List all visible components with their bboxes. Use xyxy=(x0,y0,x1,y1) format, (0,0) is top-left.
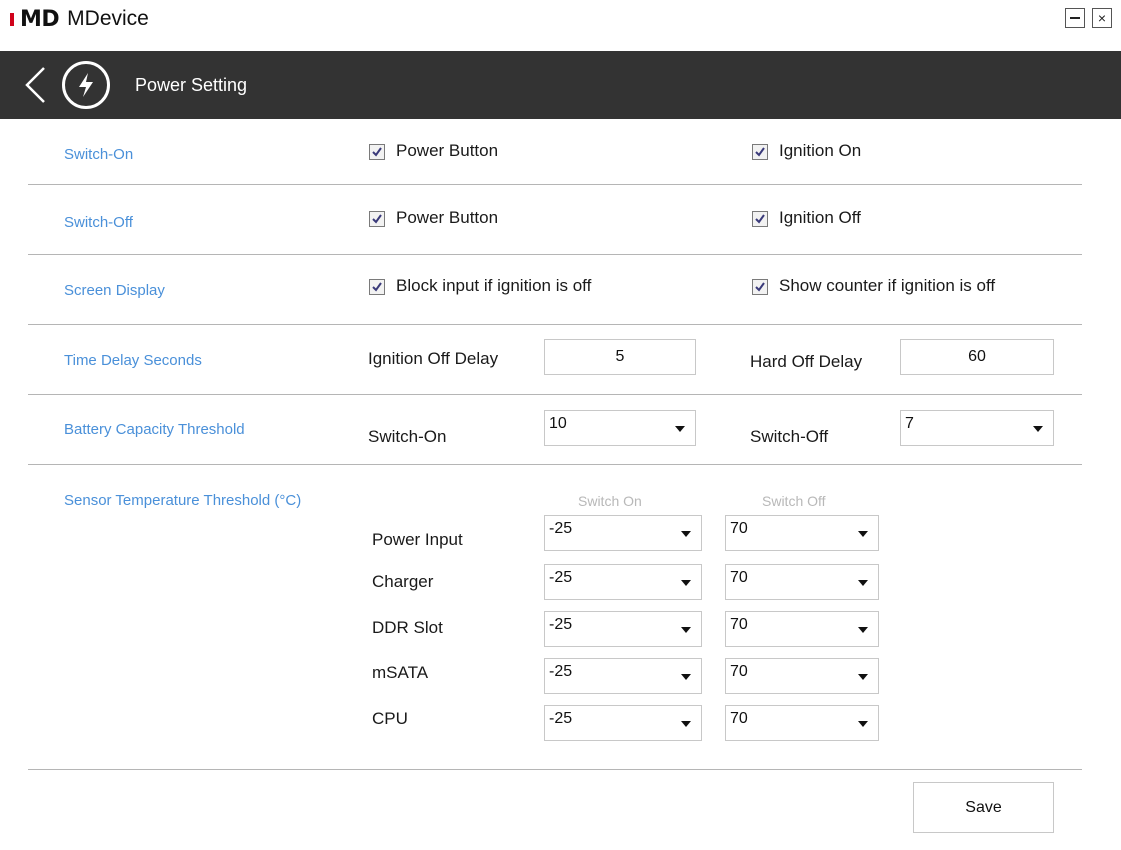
show-counter-checkbox[interactable] xyxy=(752,279,768,295)
switch-off-row: Switch-Off Power Button Ignition Off xyxy=(28,185,1082,255)
sensor-col-switch-on: Switch On xyxy=(578,493,642,509)
sensor-col-switch-off: Switch Off xyxy=(762,493,826,509)
app-name: MDevice xyxy=(67,7,149,30)
dropdown-arrow-icon xyxy=(681,580,691,586)
logo-text: MD xyxy=(20,6,60,32)
title-bar: MD MDevice × xyxy=(0,0,1121,51)
logo-red-bar xyxy=(10,13,14,26)
dropdown-arrow-icon xyxy=(1033,426,1043,432)
sensor-row-label: mSATA xyxy=(372,663,429,682)
checkmark-icon xyxy=(372,214,382,224)
sensor-switch-off-select[interactable]: 70 xyxy=(725,564,879,600)
dropdown-arrow-icon xyxy=(681,627,691,633)
block-input-text: Block input if ignition is off xyxy=(396,276,592,295)
page-title: Power Setting xyxy=(135,75,248,95)
sensor-switch-off-select[interactable]: 70 xyxy=(725,658,879,694)
hard-off-delay-input[interactable]: 60 xyxy=(900,339,1054,375)
switch-off-power-button-checkbox[interactable] xyxy=(369,211,385,227)
app-logo: MD MDevice xyxy=(10,6,149,32)
sensor-switch-on-value: -25 xyxy=(549,520,573,537)
checkmark-icon xyxy=(755,282,765,292)
checkmark-icon xyxy=(755,147,765,157)
block-input-checkbox[interactable] xyxy=(369,279,385,295)
close-icon: × xyxy=(1097,10,1107,26)
battery-switch-on-select[interactable]: 10 xyxy=(544,410,696,446)
battery-switch-on-value: 10 xyxy=(549,415,567,432)
dropdown-arrow-icon xyxy=(681,721,691,727)
sensor-threshold-label: Sensor Temperature Threshold (°C) xyxy=(64,492,302,509)
hard-off-delay-label: Hard Off Delay xyxy=(750,352,863,371)
sensor-switch-off-value: 70 xyxy=(730,710,748,727)
sensor-row-label: Power Input xyxy=(372,530,463,549)
dropdown-arrow-icon xyxy=(681,674,691,680)
sensor-switch-on-select[interactable]: -25 xyxy=(544,705,702,741)
sensor-switch-on-select[interactable]: -25 xyxy=(544,515,702,551)
page-header: Power Setting xyxy=(0,51,1121,119)
checkmark-icon xyxy=(372,147,382,157)
minimize-button[interactable] xyxy=(1065,8,1085,28)
checkmark-icon xyxy=(372,282,382,292)
battery-switch-off-value: 7 xyxy=(905,415,914,432)
switch-off-ignition-off-text: Ignition Off xyxy=(779,208,861,227)
dropdown-arrow-icon xyxy=(858,580,868,586)
chevron-left-icon xyxy=(25,67,45,103)
sensor-switch-on-select[interactable]: -25 xyxy=(544,564,702,600)
minimize-icon xyxy=(1070,17,1080,19)
power-icon-circle xyxy=(62,61,110,109)
battery-threshold-row: Battery Capacity Threshold Switch-On 10 … xyxy=(28,395,1082,465)
switch-on-power-button-checkbox[interactable] xyxy=(369,144,385,160)
sensor-switch-off-select[interactable]: 70 xyxy=(725,705,879,741)
battery-switch-on-label: Switch-On xyxy=(368,427,447,446)
dropdown-arrow-icon xyxy=(858,674,868,680)
switch-off-ignition-off-checkbox[interactable] xyxy=(752,211,768,227)
sensor-switch-on-select[interactable]: -25 xyxy=(544,611,702,647)
save-button[interactable]: Save xyxy=(913,782,1054,833)
sensor-switch-off-value: 70 xyxy=(730,663,748,680)
dropdown-arrow-icon xyxy=(858,721,868,727)
battery-switch-off-select[interactable]: 7 xyxy=(900,410,1054,446)
sensor-switch-off-select[interactable]: 70 xyxy=(725,611,879,647)
switch-on-ignition-on-checkbox[interactable] xyxy=(752,144,768,160)
sensor-switch-off-value: 70 xyxy=(730,616,748,633)
switch-on-row: Switch-On Power Button Ignition On xyxy=(28,119,1082,185)
sensor-switch-on-value: -25 xyxy=(549,569,573,586)
sensor-switch-off-value: 70 xyxy=(730,520,748,537)
ignition-off-delay-input[interactable]: 5 xyxy=(544,339,696,375)
dropdown-arrow-icon xyxy=(681,531,691,537)
switch-off-power-button-text: Power Button xyxy=(396,208,499,227)
dropdown-arrow-icon xyxy=(858,531,868,537)
sensor-switch-off-value: 70 xyxy=(730,569,748,586)
dropdown-arrow-icon xyxy=(858,627,868,633)
show-counter-text: Show counter if ignition is off xyxy=(779,276,996,295)
checkmark-icon xyxy=(755,214,765,224)
sensor-switch-on-value: -25 xyxy=(549,710,573,727)
sensor-threshold-row: Sensor Temperature Threshold (°C) Switch… xyxy=(28,465,1082,770)
lightning-icon xyxy=(79,73,93,97)
close-button[interactable]: × xyxy=(1092,8,1112,28)
sensor-switch-on-value: -25 xyxy=(549,616,573,633)
sensor-switch-on-value: -25 xyxy=(549,663,573,680)
sensor-switch-off-select[interactable]: 70 xyxy=(725,515,879,551)
screen-display-label: Screen Display xyxy=(64,282,165,299)
sensor-row-label: CPU xyxy=(372,709,408,728)
switch-off-label: Switch-Off xyxy=(64,214,133,231)
switch-on-ignition-on-text: Ignition On xyxy=(779,141,862,160)
sensor-row-label: Charger xyxy=(372,572,434,591)
back-button[interactable] xyxy=(22,65,50,105)
sensor-switch-on-select[interactable]: -25 xyxy=(544,658,702,694)
ignition-off-delay-label: Ignition Off Delay xyxy=(368,349,499,368)
time-delay-row: Time Delay Seconds Ignition Off Delay 5 … xyxy=(28,325,1082,395)
screen-display-row: Screen Display Block input if ignition i… xyxy=(28,255,1082,325)
dropdown-arrow-icon xyxy=(675,426,685,432)
switch-on-power-button-text: Power Button xyxy=(396,141,499,160)
battery-threshold-label: Battery Capacity Threshold xyxy=(64,421,245,438)
time-delay-label: Time Delay Seconds xyxy=(64,352,202,369)
switch-on-label: Switch-On xyxy=(64,146,134,163)
sensor-row-label: DDR Slot xyxy=(372,618,443,637)
battery-switch-off-label: Switch-Off xyxy=(750,427,829,446)
